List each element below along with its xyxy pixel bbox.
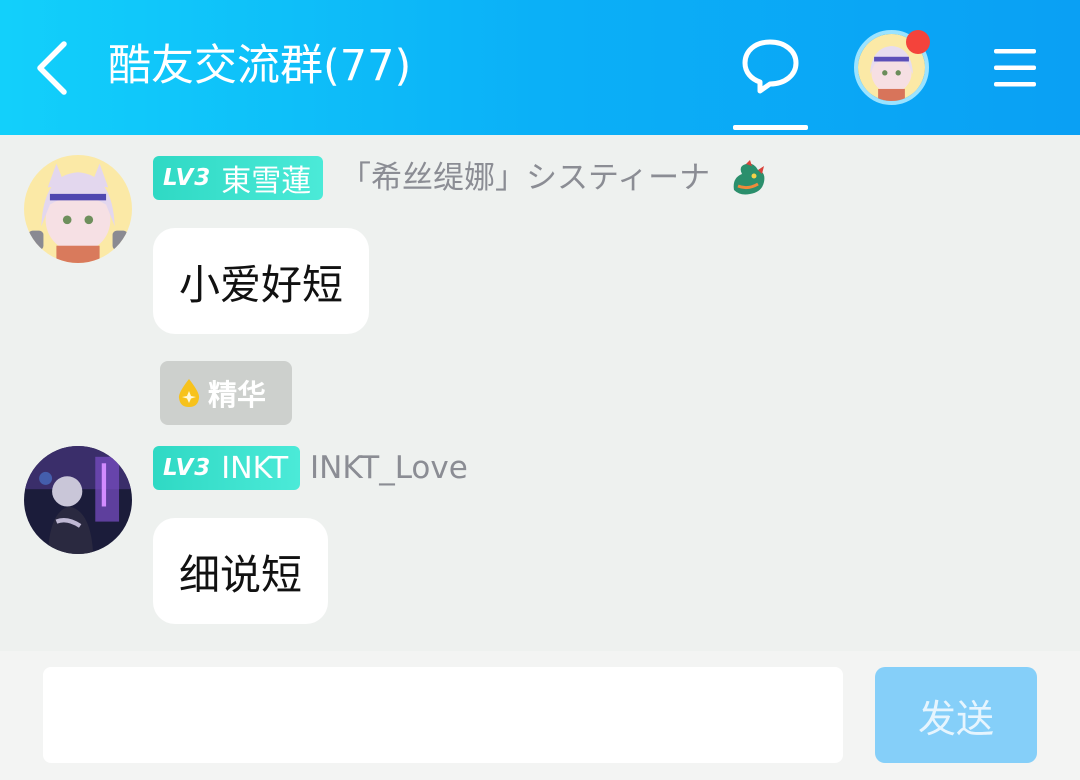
message-bubble[interactable]: 小爱好短 bbox=[153, 228, 369, 334]
user-level-badge: LV3 東雪蓮 bbox=[153, 156, 324, 200]
anime-girl-avatar-image bbox=[24, 155, 132, 263]
user-level-badge: LV3 INKT bbox=[153, 446, 301, 490]
message-input[interactable] bbox=[43, 667, 843, 763]
notification-dot bbox=[906, 30, 930, 54]
avatar[interactable] bbox=[24, 155, 132, 263]
chat-bubble-icon bbox=[742, 39, 799, 94]
essence-drop-icon bbox=[178, 379, 200, 407]
back-arrow-icon bbox=[37, 41, 67, 95]
menu-button[interactable] bbox=[992, 46, 1038, 90]
back-button[interactable] bbox=[30, 36, 80, 100]
sender-nickname[interactable]: INKT_Love bbox=[310, 448, 468, 488]
menu-icon bbox=[994, 49, 1036, 87]
tab-chat[interactable] bbox=[733, 30, 808, 130]
dragon-emblem-icon bbox=[733, 160, 765, 195]
cyber-character-avatar-image bbox=[24, 446, 132, 554]
message-bubble[interactable]: 细说短 bbox=[153, 518, 328, 624]
send-button[interactable]: 发送 bbox=[875, 667, 1037, 763]
top-bar: 酷友交流群(77) bbox=[0, 0, 1080, 135]
avatar[interactable] bbox=[24, 446, 132, 554]
active-tab-indicator bbox=[733, 125, 808, 130]
page-title: 酷友交流群(77) bbox=[108, 41, 412, 91]
sender-nickname[interactable]: 「希丝缇娜」システィーナ bbox=[340, 158, 710, 198]
essence-tag[interactable]: 精华 bbox=[160, 361, 292, 425]
